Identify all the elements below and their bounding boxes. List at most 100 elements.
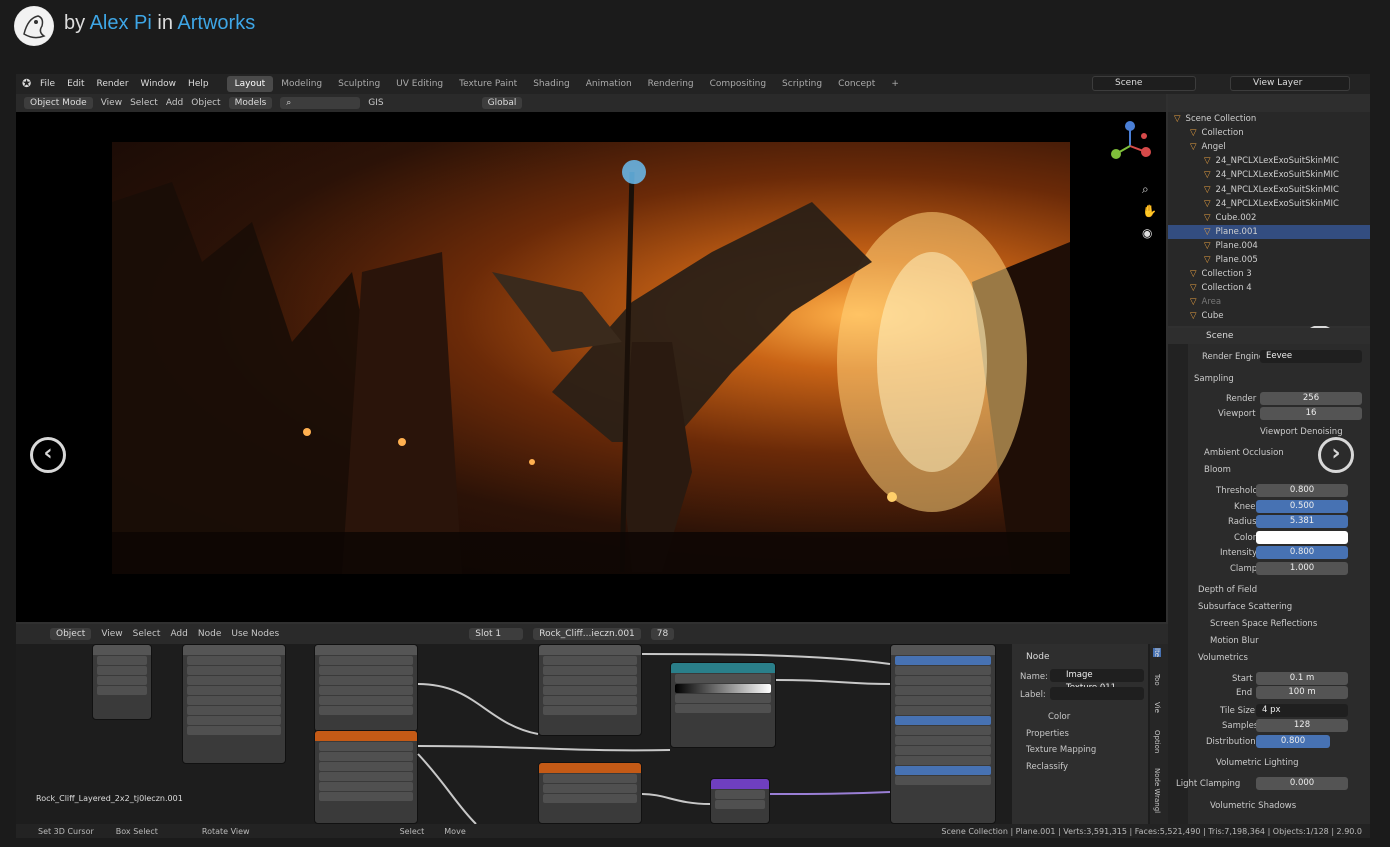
properties-tabs[interactable] bbox=[1168, 344, 1188, 824]
node-node-menu[interactable]: Node bbox=[198, 629, 222, 639]
vol-end-field[interactable]: 100 m bbox=[1256, 686, 1348, 699]
sampling-panel[interactable]: Sampling bbox=[1194, 372, 1234, 386]
bloom-panel[interactable]: Bloom bbox=[1204, 463, 1231, 477]
tab-animation[interactable]: Animation bbox=[578, 76, 640, 92]
outliner-row[interactable]: ▽ Cube bbox=[1168, 309, 1370, 323]
add-workspace-button[interactable]: + bbox=[883, 76, 907, 92]
sidebar-tab-options[interactable]: Option bbox=[1153, 730, 1161, 753]
outliner-row[interactable]: ▽ Plane.001 bbox=[1168, 224, 1370, 239]
viewport-add-menu[interactable]: Add bbox=[166, 98, 183, 108]
intensity-field[interactable]: 0.800 bbox=[1256, 546, 1348, 559]
previous-image-button[interactable]: ‹ bbox=[30, 437, 66, 473]
motion-blur-panel[interactable]: Motion Blur bbox=[1210, 634, 1259, 648]
node-properties-panel[interactable]: Properties bbox=[1026, 729, 1069, 739]
reclassify-panel[interactable]: Reclassify bbox=[1026, 762, 1068, 772]
outliner-row[interactable]: ▽ Area bbox=[1168, 295, 1370, 309]
mapping-node[interactable] bbox=[182, 644, 286, 764]
shader-node-editor[interactable]: Object View Select Add Node Use Nodes Sl… bbox=[16, 624, 1168, 824]
outliner-row[interactable]: ▽ Collection 3 bbox=[1168, 267, 1370, 281]
author-avatar[interactable] bbox=[14, 6, 54, 46]
outliner-row[interactable]: ▽ 24_NPCLXLexExoSuitSkinMIC bbox=[1168, 182, 1370, 196]
tab-shading[interactable]: Shading bbox=[525, 76, 578, 92]
view-layer-selector[interactable]: View Layer bbox=[1230, 76, 1350, 91]
tab-modeling[interactable]: Modeling bbox=[273, 76, 330, 92]
tab-rendering[interactable]: Rendering bbox=[640, 76, 702, 92]
subsurface-scattering-panel[interactable]: Subsurface Scattering bbox=[1198, 600, 1292, 614]
render-engine-dropdown[interactable]: Eevee bbox=[1260, 350, 1362, 363]
3d-viewport[interactable]: ‹ ⌕ ✋ ◉ bbox=[16, 112, 1338, 622]
vol-start-field[interactable]: 0.1 m bbox=[1256, 672, 1348, 685]
menu-file[interactable]: File bbox=[40, 79, 55, 89]
menu-render[interactable]: Render bbox=[97, 79, 129, 89]
outliner-row[interactable]: ▽ Angel bbox=[1168, 140, 1370, 154]
node-view-menu[interactable]: View bbox=[101, 629, 122, 639]
author-link[interactable]: Alex Pi bbox=[90, 12, 152, 34]
outliner-row[interactable]: ▽ Collection 4 bbox=[1168, 281, 1370, 295]
image-texture-node-2[interactable] bbox=[538, 644, 642, 736]
principled-bsdf-node[interactable] bbox=[890, 644, 996, 824]
transform-orientation-dropdown[interactable]: Global bbox=[481, 97, 523, 109]
bloom-color-swatch[interactable] bbox=[1256, 531, 1348, 544]
tab-concept[interactable]: Concept bbox=[830, 76, 883, 92]
knee-field[interactable]: 0.500 bbox=[1256, 500, 1348, 513]
viewport-select-menu[interactable]: Select bbox=[130, 98, 158, 108]
menu-window[interactable]: Window bbox=[141, 79, 177, 89]
tab-layout[interactable]: Layout bbox=[226, 76, 274, 92]
viewport-object-menu[interactable]: Object bbox=[191, 98, 220, 108]
tab-texture-paint[interactable]: Texture Paint bbox=[451, 76, 525, 92]
light-clamping-field[interactable]: 0.000 bbox=[1256, 777, 1348, 790]
material-selector[interactable]: Rock_Cliff...ieczn.001 bbox=[533, 628, 641, 640]
color-ramp-node[interactable] bbox=[670, 662, 776, 748]
viewport-samples-field[interactable]: 16 bbox=[1260, 407, 1362, 420]
volumetric-shadows-checkbox[interactable]: Volumetric Shadows bbox=[1210, 799, 1296, 813]
image-texture-node-1[interactable] bbox=[314, 644, 418, 732]
sidebar-tab-item[interactable]: Ite bbox=[1153, 648, 1161, 658]
node-select-menu[interactable]: Select bbox=[133, 629, 161, 639]
node-name-field[interactable]: Image Texture.011 bbox=[1050, 669, 1144, 693]
node-object-dropdown[interactable]: Object bbox=[50, 628, 92, 640]
category-link[interactable]: Artworks bbox=[177, 12, 255, 34]
models-dropdown[interactable]: Models bbox=[228, 97, 273, 109]
gis-menu[interactable]: GIS bbox=[368, 98, 383, 108]
outliner-row[interactable]: ▽ 24_NPCLXLexExoSuitSkinMIC bbox=[1168, 197, 1370, 211]
viewport-view-menu[interactable]: View bbox=[101, 98, 122, 108]
radius-field[interactable]: 5.381 bbox=[1256, 515, 1348, 528]
sidebar-tab-node-wrangler[interactable]: Node Wrangl bbox=[1153, 768, 1161, 813]
navigation-gizmo-icon[interactable] bbox=[1106, 118, 1156, 178]
search-input[interactable]: ⌕ bbox=[280, 97, 361, 109]
menu-edit[interactable]: Edit bbox=[67, 79, 84, 89]
material-users-count[interactable]: 78 bbox=[650, 628, 675, 640]
zoom-icon[interactable]: ⌕ bbox=[1142, 182, 1149, 197]
next-image-button[interactable]: › bbox=[1318, 437, 1354, 473]
outliner-row[interactable]: ▽ Plane.005 bbox=[1168, 253, 1370, 267]
node-color-checkbox[interactable]: Color bbox=[1048, 712, 1070, 722]
outliner-row[interactable]: ▽ Cube.002 bbox=[1168, 211, 1370, 225]
ambient-occlusion-panel[interactable]: Ambient Occlusion bbox=[1204, 446, 1284, 460]
tile-size-dropdown[interactable]: 4 px bbox=[1256, 704, 1348, 717]
object-mode-dropdown[interactable]: Object Mode bbox=[24, 97, 93, 109]
ssr-panel[interactable]: Screen Space Reflections bbox=[1210, 617, 1317, 631]
node-label-field[interactable] bbox=[1050, 687, 1144, 700]
bump-node[interactable] bbox=[710, 778, 770, 824]
use-nodes-checkbox[interactable]: Use Nodes bbox=[231, 629, 279, 639]
outliner-row[interactable]: ▽ Collection bbox=[1168, 126, 1370, 140]
outliner-row[interactable]: ▽ 24_NPCLXLexExoSuitSkinMIC bbox=[1168, 168, 1370, 182]
volumetric-lighting-checkbox[interactable]: Volumetric Lighting bbox=[1216, 756, 1299, 770]
outliner-row[interactable]: ▽ Scene Collection bbox=[1168, 112, 1370, 126]
tab-uv-editing[interactable]: UV Editing bbox=[388, 76, 451, 92]
scene-selector[interactable]: Scene bbox=[1092, 76, 1196, 91]
blender-logo-icon[interactable]: ✪ bbox=[22, 77, 31, 90]
vol-samples-field[interactable]: 128 bbox=[1256, 719, 1348, 732]
outliner-row[interactable]: ▽ Plane.004 bbox=[1168, 239, 1370, 253]
sidebar-tab-view[interactable]: Vie bbox=[1153, 702, 1161, 713]
image-texture-bump-node[interactable] bbox=[538, 762, 642, 824]
volumetrics-panel[interactable]: Volumetrics bbox=[1198, 651, 1248, 665]
outliner-row[interactable]: ▽ 24_NPCLXLexExoSuitSkinMIC bbox=[1168, 154, 1370, 168]
clamp-field[interactable]: 1.000 bbox=[1256, 562, 1348, 575]
slot-dropdown[interactable]: Slot 1 bbox=[469, 628, 524, 640]
texture-mapping-panel[interactable]: Texture Mapping bbox=[1026, 745, 1096, 755]
node-add-menu[interactable]: Add bbox=[170, 629, 187, 639]
depth-of-field-panel[interactable]: Depth of Field bbox=[1198, 583, 1257, 597]
render-samples-field[interactable]: 256 bbox=[1260, 392, 1362, 405]
tab-sculpting[interactable]: Sculpting bbox=[330, 76, 388, 92]
